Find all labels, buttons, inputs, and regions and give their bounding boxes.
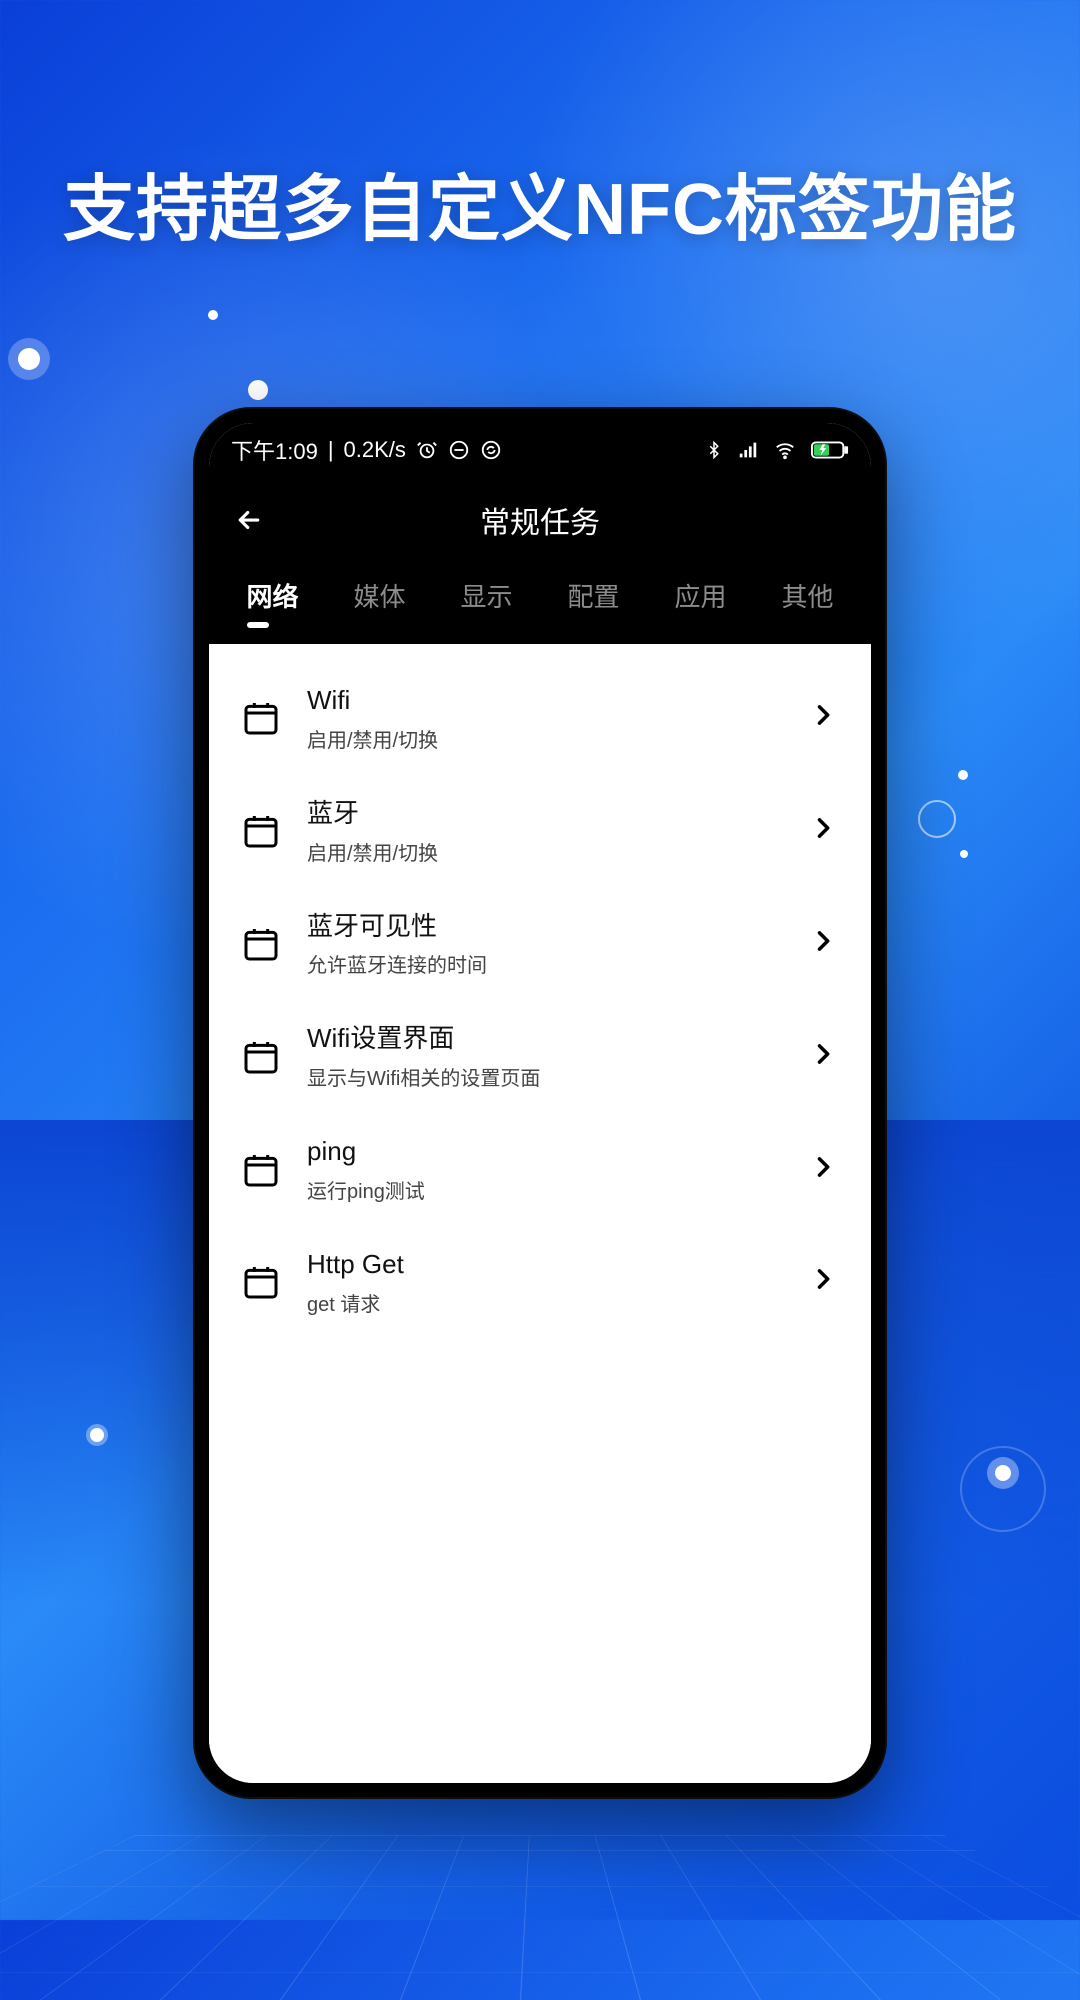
tab-apps[interactable]: 应用 (668, 569, 732, 632)
tab-config[interactable]: 配置 (561, 569, 625, 632)
list-item-title: Wifi设置界面 (307, 1022, 787, 1056)
list-item-title: 蓝牙可见性 (307, 910, 787, 944)
chevron-right-icon (809, 1040, 843, 1074)
list-item-subtitle: get 请求 (307, 1288, 787, 1317)
chevron-right-icon (809, 701, 843, 735)
tab-other[interactable]: 其他 (775, 569, 839, 632)
list-item-subtitle: 运行ping测试 (307, 1175, 787, 1204)
tab-network[interactable]: 网络 (240, 569, 304, 632)
back-button[interactable] (229, 500, 269, 540)
task-icon (237, 920, 285, 968)
decor-ring (918, 800, 956, 838)
list-item-subtitle: 允许蓝牙连接的时间 (307, 949, 787, 978)
list-item-title: Wifi (307, 684, 787, 718)
list-item-body: ping 运行ping测试 (307, 1135, 787, 1204)
task-icon (237, 694, 285, 742)
tab-display[interactable]: 显示 (454, 569, 518, 632)
task-icon (237, 807, 285, 855)
list-item-title: ping (307, 1135, 787, 1169)
chevron-right-icon (809, 927, 843, 961)
list-item-subtitle: 启用/禁用/切换 (307, 837, 787, 866)
dnd-icon (448, 439, 470, 461)
chevron-right-icon (809, 1265, 843, 1299)
list-item-ping[interactable]: ping 运行ping测试 (231, 1113, 849, 1226)
promo-heading: 支持超多自定义NFC标签功能 (0, 150, 1080, 255)
decor-ring (960, 1446, 1046, 1532)
battery-icon (811, 440, 849, 460)
list-item-wifi-settings[interactable]: Wifi设置界面 显示与Wifi相关的设置页面 (231, 1000, 849, 1113)
list-item-http-get[interactable]: Http Get get 请求 (231, 1226, 849, 1339)
status-time: 下午1:09 (231, 434, 318, 466)
decor-dot (90, 1428, 104, 1442)
list-item-bt-visibility[interactable]: 蓝牙可见性 允许蓝牙连接的时间 (231, 888, 849, 1001)
phone-frame: 下午1:09 | 0.2K/s (193, 407, 887, 1799)
signal-icon (737, 439, 759, 461)
task-icon (237, 1258, 285, 1306)
chevron-right-icon (809, 814, 843, 848)
list-item-body: Wifi 启用/禁用/切换 (307, 684, 787, 753)
list-item-subtitle: 显示与Wifi相关的设置页面 (307, 1062, 787, 1091)
chevron-right-icon (809, 1153, 843, 1187)
list-item-body: 蓝牙可见性 允许蓝牙连接的时间 (307, 910, 787, 979)
decor-dot (248, 380, 268, 400)
list-item-title: Http Get (307, 1248, 787, 1282)
tab-bar: 网络 媒体 显示 配置 应用 其他 (209, 563, 871, 644)
wifi-icon (773, 439, 797, 461)
background-grid (0, 1836, 1080, 2000)
list-item-subtitle: 启用/禁用/切换 (307, 724, 787, 753)
list-item-body: 蓝牙 启用/禁用/切换 (307, 797, 787, 866)
task-list[interactable]: Wifi 启用/禁用/切换 蓝牙 启用/禁用/切换 (209, 644, 871, 1783)
status-separator: | (328, 437, 334, 463)
page-title: 常规任务 (209, 498, 871, 542)
bluetooth-icon (705, 439, 723, 461)
phone-screen: 下午1:09 | 0.2K/s (209, 423, 871, 1783)
list-item-body: Wifi设置界面 显示与Wifi相关的设置页面 (307, 1022, 787, 1091)
status-net-speed: 0.2K/s (344, 437, 406, 463)
decor-dot (958, 770, 968, 780)
decor-dot (208, 310, 218, 320)
app-header: 常规任务 (209, 477, 871, 563)
sync-icon (480, 439, 502, 461)
task-icon (237, 1146, 285, 1194)
decor-dot (960, 850, 968, 858)
status-bar: 下午1:09 | 0.2K/s (209, 423, 871, 477)
list-item-wifi[interactable]: Wifi 启用/禁用/切换 (231, 662, 849, 775)
list-item-bluetooth[interactable]: 蓝牙 启用/禁用/切换 (231, 775, 849, 888)
tab-media[interactable]: 媒体 (347, 569, 411, 632)
task-icon (237, 1033, 285, 1081)
alarm-icon (416, 439, 438, 461)
decor-dot (18, 348, 40, 370)
list-item-title: 蓝牙 (307, 797, 787, 831)
list-item-body: Http Get get 请求 (307, 1248, 787, 1317)
